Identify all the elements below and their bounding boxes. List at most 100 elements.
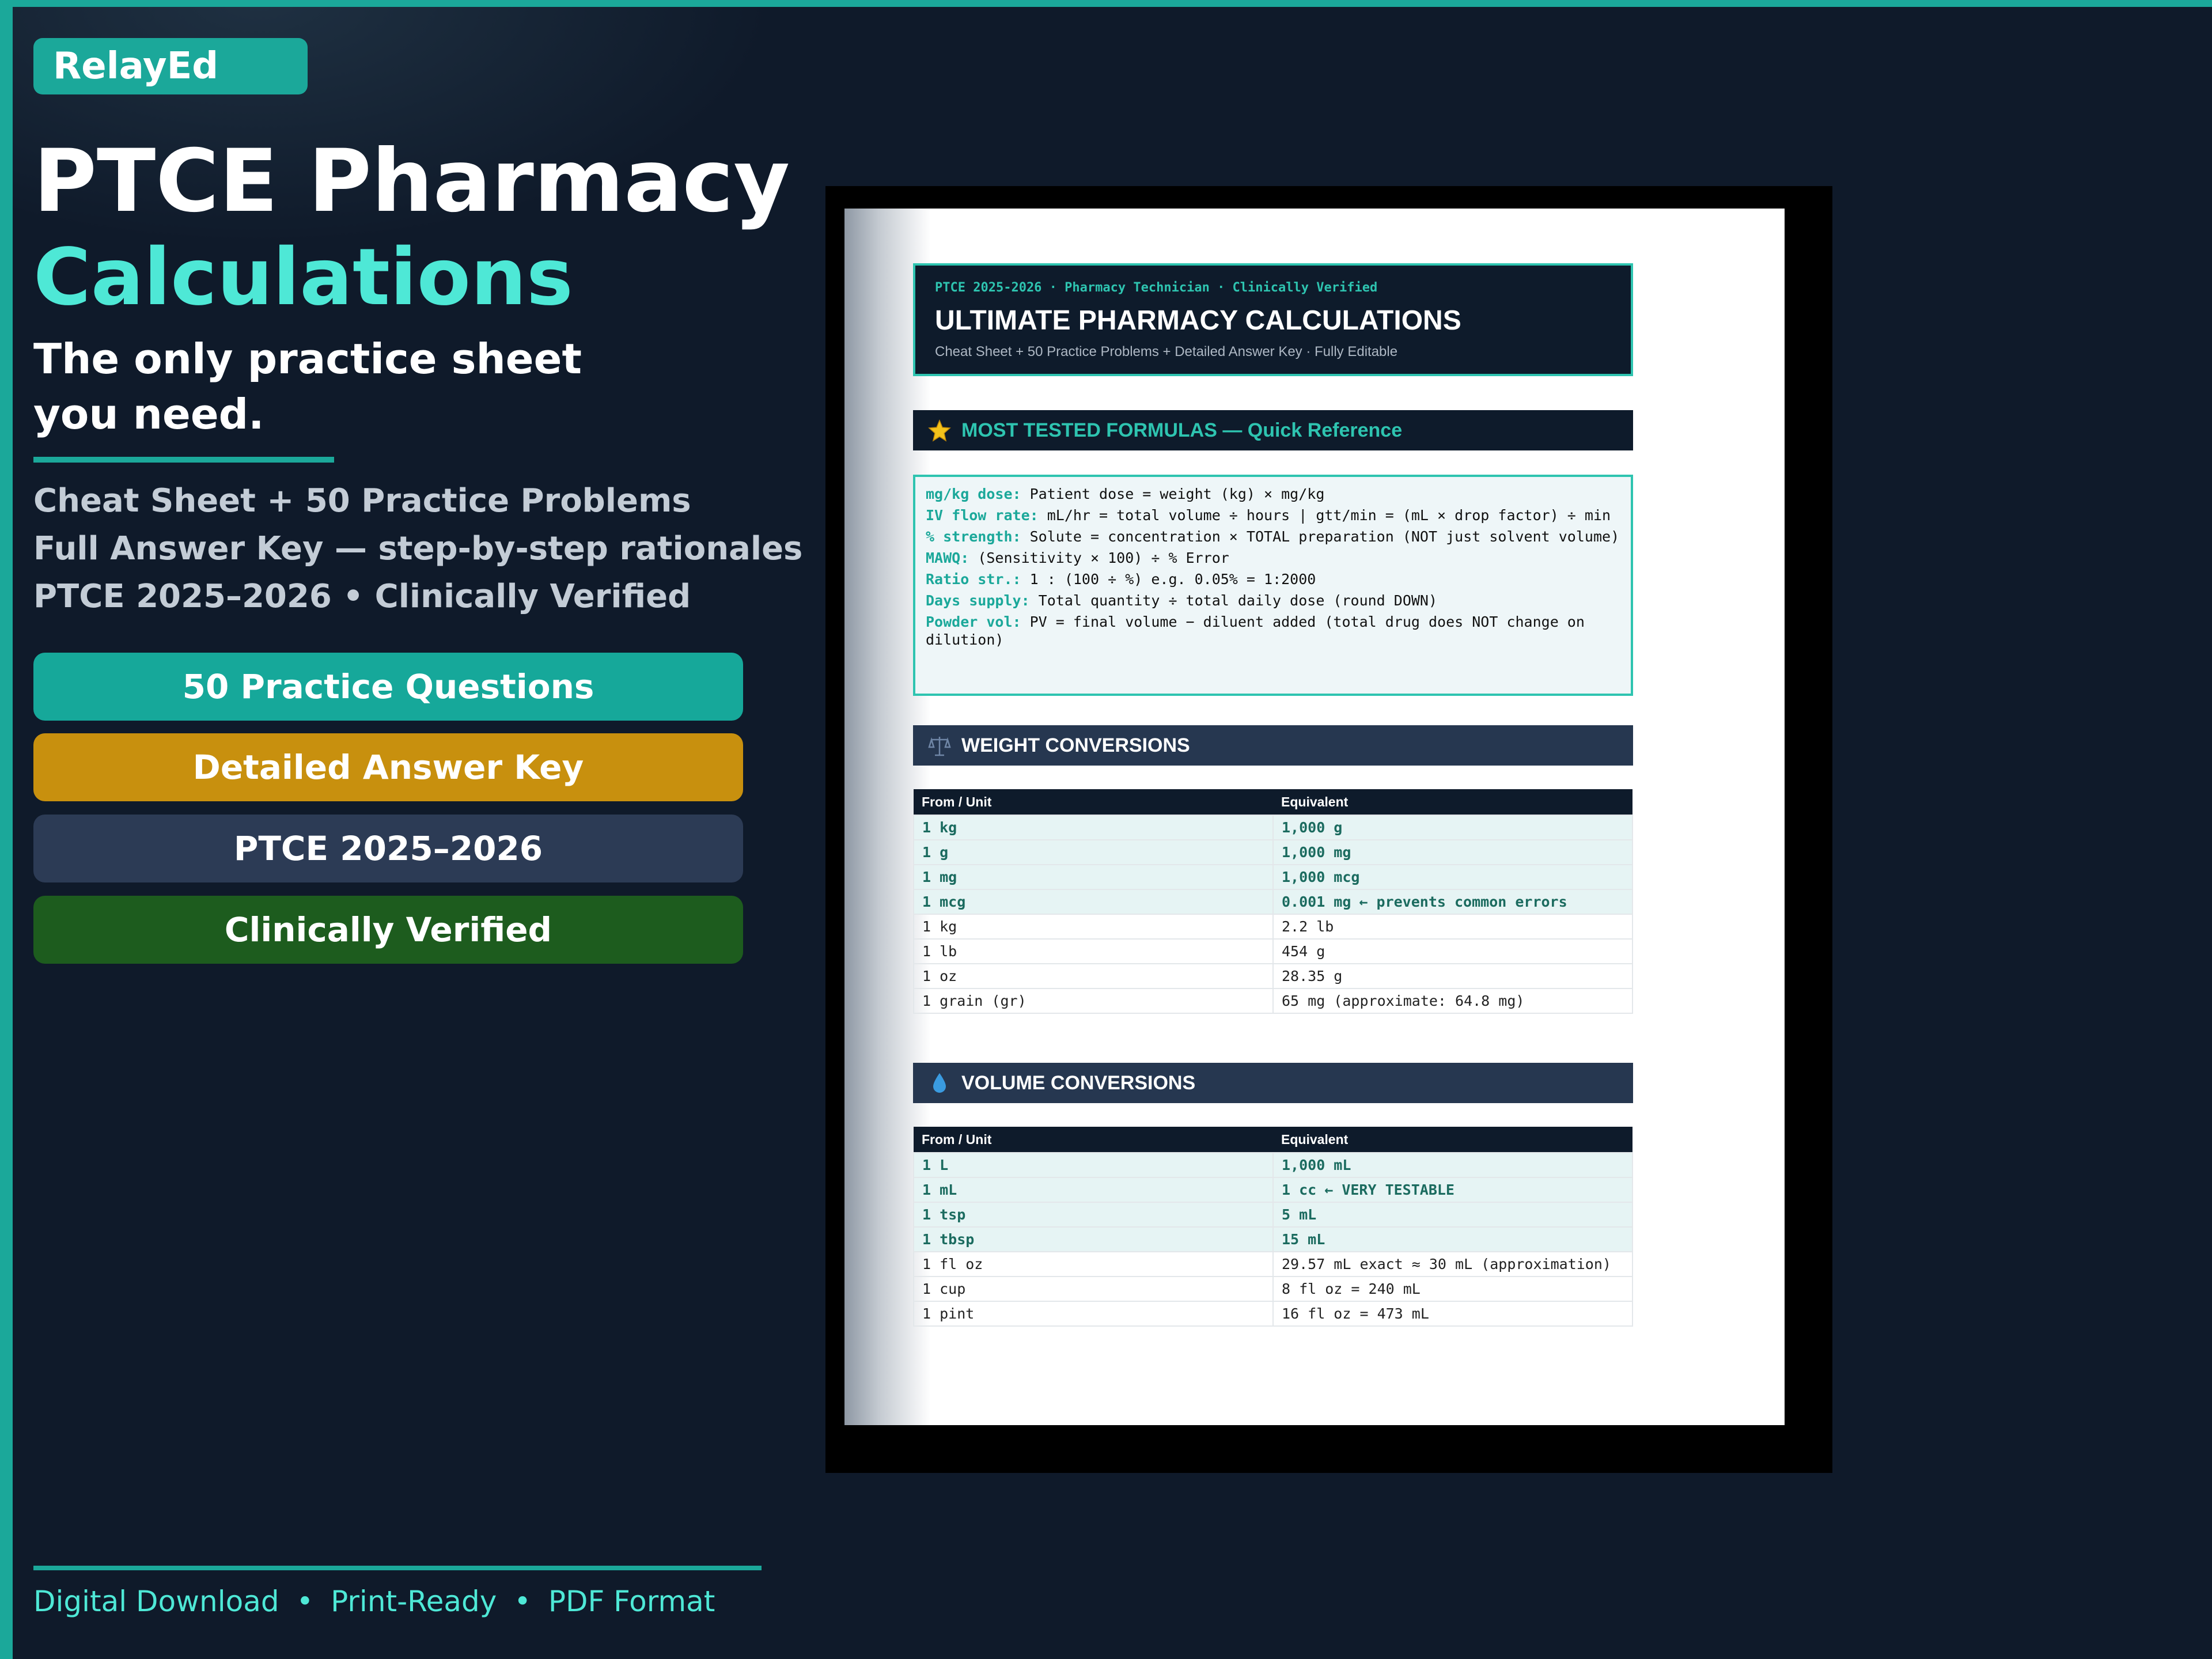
formula-text: Total quantity ÷ total daily dose (round…: [1029, 592, 1438, 609]
table-row: 1 oz 28.35 g: [913, 963, 1633, 989]
equivalent-cell: 15 mL: [1272, 1226, 1633, 1252]
equivalent-value: 28.35 g: [1282, 968, 1343, 984]
equivalent-cell: 28.35 g: [1272, 963, 1633, 989]
table-row: 1 kg 1,000 g: [913, 815, 1633, 840]
footer-info: Digital Download • Print-Ready • PDF Format: [33, 1578, 715, 1624]
bullet-separator: •: [296, 1585, 314, 1618]
formula-text: 1 : (100 ÷ %) e.g. 0.05% = 1:2000: [1021, 571, 1316, 588]
table-row: 1 pint 16 fl oz = 473 mL: [913, 1301, 1633, 1327]
feature-line: PTCE 2025–2026 • Clinically Verified: [33, 578, 691, 615]
table-row: 1 lb 454 g: [913, 938, 1633, 964]
table-row: 1 tbsp 15 mL: [913, 1226, 1633, 1252]
tagline-line: you need.: [33, 390, 264, 438]
formula-row: IV flow rate: mL/hr = total volume ÷ hou…: [926, 506, 1620, 524]
tagline-line: The only practice sheet: [33, 335, 582, 383]
equivalent-value: 2.2 lb: [1282, 918, 1334, 935]
row-note: ← prevents common errors: [1359, 893, 1567, 910]
brand-badge: RelayEd: [33, 38, 308, 94]
equivalent-value: 0.001 mg: [1282, 893, 1351, 910]
unit-cell: 1 kg: [913, 914, 1274, 940]
unit-cell: 1 mg: [913, 864, 1274, 890]
unit-cell: 1 kg: [913, 815, 1274, 840]
formula-key: Ratio str.:: [926, 571, 1021, 588]
section-title: MOST TESTED FORMULAS — Quick Reference: [961, 419, 1403, 441]
left-accent-bar: [0, 0, 13, 1659]
equivalent-value: 1,000 g: [1282, 819, 1343, 836]
equivalent-cell: 454 g: [1272, 938, 1633, 964]
exam-year-badge: PTCE 2025–2026: [33, 815, 743, 882]
equivalent-value: 5 mL: [1282, 1206, 1317, 1223]
equivalent-value: 454 g: [1282, 943, 1325, 960]
verified-badge: Clinically Verified: [33, 896, 743, 964]
formula-row: Powder vol: PV = final volume − diluent …: [926, 613, 1620, 649]
feature-line: Cheat Sheet + 50 Practice Problems: [33, 482, 691, 520]
sheet-subtitle: Cheat Sheet + 50 Practice Problems + Det…: [935, 344, 1398, 359]
equivalent-value: 16 fl oz = 473 mL: [1282, 1305, 1429, 1322]
unit-cell: 1 mcg: [913, 889, 1274, 915]
equivalent-cell: 5 mL: [1272, 1202, 1633, 1228]
equivalent-cell: 1,000 mcg: [1272, 864, 1633, 890]
formula-text: Patient dose = weight (kg) × mg/kg: [1021, 486, 1325, 502]
table-row: 1 fl oz 29.57 mL exact ≈ 30 mL (approxima…: [913, 1251, 1633, 1277]
formula-key: MAWQ:: [926, 550, 969, 566]
equivalent-cell: 29.57 mL exact ≈ 30 mL (approximation): [1272, 1251, 1633, 1277]
table-header-row: From / Unit Equivalent: [914, 789, 1633, 815]
page-title-highlight: Calculations: [33, 232, 573, 323]
equivalent-cell: 2.2 lb: [1272, 914, 1633, 940]
equivalent-value: 1,000 mL: [1282, 1157, 1351, 1173]
formula-key: Days supply:: [926, 592, 1030, 609]
footer-item: Digital Download: [33, 1585, 279, 1618]
equivalent-cell: 1,000 mg: [1272, 839, 1633, 865]
unit-cell: 1 tsp: [913, 1202, 1274, 1228]
table-row: 1 mg 1,000 mcg: [913, 864, 1633, 890]
unit-cell: 1 fl oz: [913, 1251, 1274, 1277]
section-title: WEIGHT CONVERSIONS: [961, 734, 1190, 756]
page-title: PTCE Pharmacy: [33, 131, 790, 232]
table-row: 1 kg 2.2 lb: [913, 914, 1633, 940]
table-row: 1 cup 8 fl oz = 240 mL: [913, 1276, 1633, 1302]
footer-divider: [33, 1566, 762, 1570]
footer-item: PDF Format: [548, 1585, 715, 1618]
equivalent-cell: 8 fl oz = 240 mL: [1272, 1276, 1633, 1302]
column-header: From / Unit: [914, 1127, 1273, 1153]
equivalent-cell: 1,000 mL: [1272, 1152, 1633, 1178]
practice-questions-badge: 50 Practice Questions: [33, 653, 743, 721]
table-row: 1 L 1,000 mL: [913, 1152, 1633, 1178]
formulas-box: mg/kg dose: Patient dose = weight (kg) ×…: [913, 475, 1633, 696]
volume-section-header: VOLUME CONVERSIONS: [913, 1063, 1633, 1103]
unit-cell: 1 grain (gr): [913, 988, 1274, 1014]
formula-row: mg/kg dose: Patient dose = weight (kg) ×…: [926, 485, 1620, 503]
table-row: 1 mcg 0.001 mg ← prevents common errors: [913, 889, 1633, 915]
column-header: Equivalent: [1273, 789, 1633, 815]
table-row: 1 g 1,000 mg: [913, 839, 1633, 865]
unit-cell: 1 oz: [913, 963, 1274, 989]
row-note: ← VERY TESTABLE: [1324, 1181, 1455, 1198]
formula-row: MAWQ: (Sensitivity × 100) ÷ % Error: [926, 549, 1620, 567]
formula-key: % strength:: [926, 528, 1021, 545]
section-title: VOLUME CONVERSIONS: [961, 1072, 1196, 1094]
unit-cell: 1 cup: [913, 1276, 1274, 1302]
weight-section-header: WEIGHT CONVERSIONS: [913, 725, 1633, 766]
unit-cell: 1 pint: [913, 1301, 1274, 1327]
volume-table: From / Unit Equivalent 1 L 1,000 mL 1 mL 1 …: [913, 1127, 1633, 1327]
sheet-header: PTCE 2025-2026 · Pharmacy Technician · C…: [913, 263, 1633, 376]
table-row: 1 mL 1 cc ← VERY TESTABLE: [913, 1177, 1633, 1203]
equivalent-cell: 16 fl oz = 473 mL: [1272, 1301, 1633, 1327]
document-preview: PTCE 2025-2026 · Pharmacy Technician · C…: [844, 209, 1785, 1425]
formula-row: Days supply: Total quantity ÷ total dail…: [926, 592, 1620, 609]
equivalent-value: 1,000 mcg: [1282, 869, 1360, 885]
equivalent-cell: 0.001 mg ← prevents common errors: [1272, 889, 1633, 915]
star-icon: [927, 410, 952, 464]
unit-cell: 1 L: [913, 1152, 1274, 1178]
feature-list: Cheat Sheet + 50 Practice Problems Full …: [33, 477, 802, 620]
formula-text: Solute = concentration × TOTAL preparati…: [1021, 528, 1620, 545]
formula-row: Ratio str.: 1 : (100 ÷ %) e.g. 0.05% = 1…: [926, 570, 1620, 588]
sheet-meta: PTCE 2025-2026 · Pharmacy Technician · C…: [935, 281, 1378, 295]
top-accent-bar: [0, 0, 2212, 7]
scale-icon: [927, 725, 952, 779]
formulas-section-header: MOST TESTED FORMULAS — Quick Reference: [913, 410, 1633, 450]
sheet-title: ULTIMATE PHARMACY CALCULATIONS: [935, 305, 1461, 336]
formula-text: mL/hr = total volume ÷ hours | gtt/min =…: [1038, 507, 1611, 524]
equivalent-value: 8 fl oz = 240 mL: [1282, 1281, 1421, 1297]
feature-line: Full Answer Key — step-by-step rationale…: [33, 530, 803, 567]
